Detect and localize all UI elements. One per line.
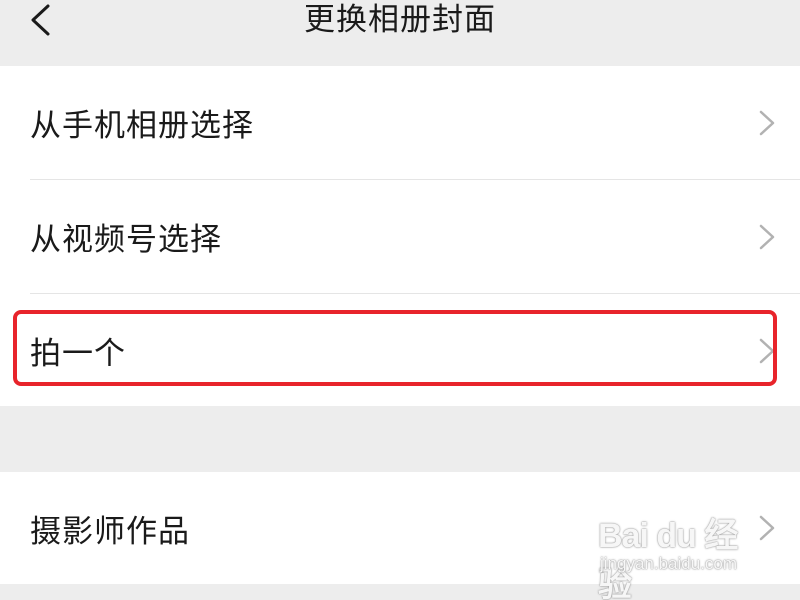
option-label: 摄影师作品 [30,513,190,550]
option-channels[interactable]: 从视频号选择 [0,180,800,293]
chevron-right-icon [759,515,775,541]
chevron-right-icon [759,110,775,135]
baidu-watermark: Bai du 经验 jingyan.baidu.com [598,508,758,600]
option-phone-album[interactable]: 从手机相册选择 [0,66,800,179]
page-title: 更换相册封面 [304,2,496,38]
option-label: 从视频号选择 [30,222,222,258]
highlight-box [13,310,777,386]
header-bar: 更换相册封面 [0,0,800,66]
chevron-right-icon [759,224,775,249]
option-label: 从手机相册选择 [30,108,254,144]
watermark-url: jingyan.baidu.com [600,554,738,573]
